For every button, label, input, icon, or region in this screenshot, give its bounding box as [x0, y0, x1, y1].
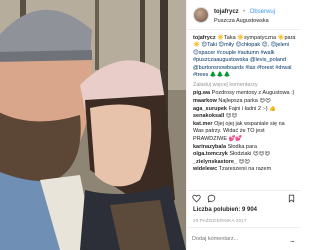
heart-icon[interactable] [192, 194, 201, 203]
post-actions [187, 190, 301, 206]
comment-username[interactable]: senakoksall [193, 113, 224, 119]
photo-image [0, 0, 186, 250]
add-comment-input[interactable] [192, 236, 288, 242]
caption: tojafrycz ☀️Taka ☀️sympatyczna ☀️para ☀️… [193, 35, 296, 79]
comment-username[interactable]: maarkow [193, 98, 217, 104]
post-details-panel: tojafrycz • Obserwuj Puszcza Augustowska… [186, 0, 301, 250]
comment-username[interactable]: widelewc [193, 166, 217, 172]
comment-item: aga_surupek Fajni i ładni 2 :-) 👍 [193, 106, 296, 114]
username-link[interactable]: tojafrycz [214, 9, 239, 15]
comment-username[interactable]: aga_surupek [193, 106, 227, 112]
likes-count[interactable]: Liczba polubień: 9 904 [193, 207, 257, 213]
comment-username[interactable]: _zielynskastore_ [193, 159, 237, 165]
follow-button[interactable]: Obserwuj [250, 9, 275, 15]
comment-item: _zielynskastore_ 😍😍 [193, 159, 296, 167]
comment-item: maarkow Najlepsza parka 😍😍 [193, 98, 296, 106]
load-more-comments-button[interactable]: Załaduj więcej komentarzy [193, 82, 296, 88]
post-date: 20 PAŹDZIERNIKA 2017 [193, 218, 247, 223]
comments-list[interactable]: tojafrycz ☀️Taka ☀️sympatyczna ☀️para ☀️… [187, 31, 301, 189]
separator-dot: • [243, 8, 246, 15]
bookmark-icon[interactable] [287, 194, 296, 203]
more-options-icon[interactable]: ... [290, 235, 295, 244]
comment-text: 😍😍 [238, 158, 251, 165]
location-link[interactable]: Puszcza Augustowska [214, 17, 275, 26]
comment-username[interactable]: olga.tomczyk [193, 151, 228, 157]
comment-username[interactable]: karinazybala [193, 144, 226, 150]
caption-username[interactable]: tojafrycz [193, 35, 216, 41]
add-comment-bar: ... [187, 227, 301, 250]
comment-username[interactable]: pig.wa [193, 90, 210, 96]
caption-hashtags[interactable]: 😊Taki 😊miły 😊chłopak 😊, 😊jeleni 😊spacer … [193, 42, 292, 78]
comment-username[interactable]: kat.mer [193, 121, 213, 127]
comment-text: 😍😍 [225, 113, 238, 120]
comment-item: senakoksall 😍😍 [193, 113, 296, 121]
comment-item: pig.wa Pozdrosy mentosy z Augustowa :) [193, 90, 296, 98]
avatar[interactable] [193, 6, 209, 23]
comment-item: kat.mer Ojej ojej jak wspaniale się na W… [193, 121, 296, 144]
comment-text: Fajni i ładni 2 :-) 👍 [228, 105, 276, 112]
comment-item: widelewc Tzareszenii na razem [193, 166, 296, 174]
header-text: tojafrycz • Obserwuj Puszcza Augustowska [214, 4, 275, 26]
post-header: tojafrycz • Obserwuj Puszcza Augustowska [187, 0, 301, 30]
comment-text: Słodziaki 😍😍😍 [229, 151, 271, 158]
comment-text: Słodka para [227, 143, 257, 150]
comment-text: Tzareszenii na razem [218, 166, 272, 173]
post-photo[interactable] [0, 0, 186, 250]
comment-item: karinazybala Słodka para [193, 144, 296, 152]
comment-item: olga.tomczyk Słodziaki 😍😍😍 [193, 151, 296, 159]
comment-text: Pozdrosy mentosy z Augustowa :) [211, 90, 295, 97]
comment-icon[interactable] [207, 194, 216, 203]
comment-text: Najlepsza parka 😍😍 [218, 98, 271, 105]
